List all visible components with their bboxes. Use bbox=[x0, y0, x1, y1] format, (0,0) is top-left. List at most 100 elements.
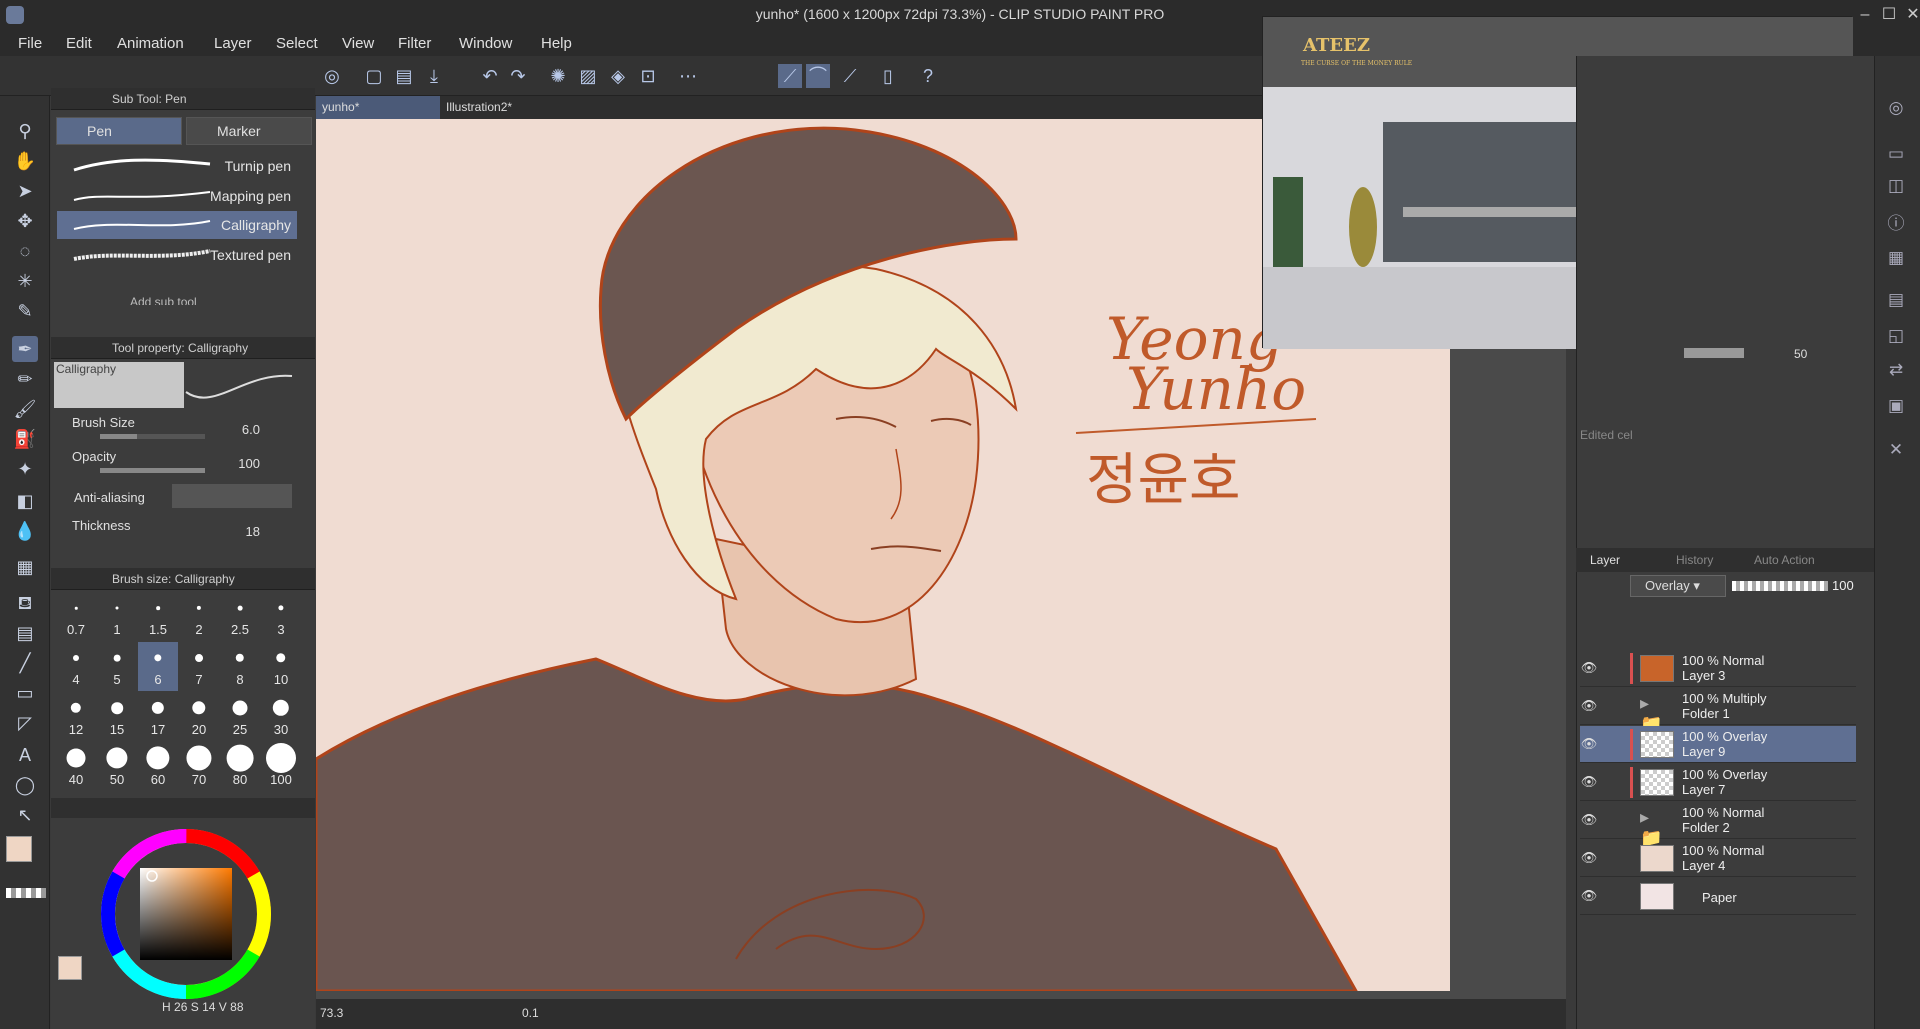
undo-icon[interactable]: ↶ bbox=[478, 64, 502, 88]
bucket-icon[interactable]: ◈ bbox=[606, 64, 630, 88]
add-subtool-label[interactable]: Add sub tool bbox=[130, 295, 197, 305]
brush-size-preset[interactable]: 40 bbox=[56, 742, 96, 791]
brush-size-preset[interactable]: 20 bbox=[179, 692, 219, 741]
layer-row[interactable]: 👁 100 % Normal Layer 4 bbox=[1580, 840, 1856, 877]
menu-edit[interactable]: Edit bbox=[66, 35, 92, 52]
layer-opacity-slider[interactable] bbox=[1732, 581, 1828, 591]
material-icon-2[interactable]: ◫ bbox=[1882, 172, 1910, 200]
pen-tool-icon[interactable]: ✒ bbox=[12, 336, 38, 362]
eraser-tool-icon[interactable]: ◧ bbox=[12, 488, 38, 514]
menu-select[interactable]: Select bbox=[276, 35, 318, 52]
visibility-eye-icon[interactable]: 👁 bbox=[1580, 812, 1598, 828]
menu-animation[interactable]: Animation bbox=[117, 35, 184, 52]
animation-cels-opacity-slider[interactable] bbox=[1684, 348, 1744, 358]
move-tool-icon[interactable]: ✥ bbox=[12, 208, 38, 234]
clip-studio-icon[interactable]: ◎ bbox=[320, 64, 344, 88]
brush-size-preset[interactable]: 2 bbox=[179, 592, 219, 641]
brush-size-preset[interactable]: 17 bbox=[138, 692, 178, 741]
decoration-tool-icon[interactable]: ✦ bbox=[12, 456, 38, 482]
snap-special-ruler-icon[interactable]: ⌒ bbox=[806, 64, 830, 88]
brush-tool-icon[interactable]: 🖌 bbox=[12, 396, 38, 422]
brush-size-preset[interactable]: 2.5 bbox=[220, 592, 260, 641]
rotation-value[interactable]: 0.1 bbox=[522, 1006, 539, 1020]
blend-mode-select[interactable]: Overlay ▾ bbox=[1630, 575, 1726, 597]
brush-size-preset[interactable]: 80 bbox=[220, 742, 260, 791]
brush-size-preset[interactable]: 15 bbox=[97, 692, 137, 741]
blend-tool-icon[interactable]: 💧 bbox=[12, 518, 38, 544]
folder-icon[interactable]: ▸ 📁 bbox=[1640, 693, 1674, 734]
pencil-tool-icon[interactable]: ✏ bbox=[12, 366, 38, 392]
tab-history[interactable]: History bbox=[1676, 553, 1713, 567]
layer-row[interactable]: 👁 Paper bbox=[1580, 878, 1856, 915]
close-button[interactable]: ✕ bbox=[1899, 2, 1920, 28]
layer-row[interactable]: 👁 100 % Normal Layer 3 bbox=[1580, 650, 1856, 687]
eyedropper-icon[interactable]: ✎ bbox=[12, 298, 38, 324]
layer-row[interactable]: 👁 100 % Overlay Layer 9 bbox=[1580, 726, 1856, 763]
brush-size-preset[interactable]: 10 bbox=[261, 642, 301, 691]
visibility-eye-icon[interactable]: 👁 bbox=[1580, 888, 1598, 904]
gradient-tool-icon[interactable]: ▤ bbox=[12, 620, 38, 646]
layer-opacity-value[interactable]: 100 bbox=[1832, 578, 1854, 593]
layer-row[interactable]: 👁 ▸ 📁 100 % Multiply Folder 1 bbox=[1580, 688, 1856, 734]
subtool-mapping-pen[interactable]: Mapping pen bbox=[57, 182, 297, 210]
fill-icon[interactable]: ▨ bbox=[576, 64, 600, 88]
opacity-value[interactable]: 100 bbox=[210, 456, 260, 471]
doc-tab-illustration2[interactable]: Illustration2* bbox=[440, 96, 564, 119]
thickness-value[interactable]: 18 bbox=[210, 524, 260, 539]
layers-icon[interactable]: ◱ bbox=[1882, 322, 1910, 350]
brush-size-preset[interactable]: 3 bbox=[261, 592, 301, 641]
operation-tool-icon[interactable]: ➤ bbox=[12, 178, 38, 204]
new-file-icon[interactable]: ▢ bbox=[362, 64, 386, 88]
hand-tool-icon[interactable]: ✋ bbox=[12, 148, 38, 174]
device-icon[interactable]: ▯ bbox=[876, 64, 900, 88]
menu-filter[interactable]: Filter bbox=[398, 35, 431, 52]
save-icon[interactable]: ⤓ bbox=[422, 64, 446, 88]
frame-tool-icon[interactable]: ▭ bbox=[12, 680, 38, 706]
folder-icon[interactable]: ▸ 📁 bbox=[1640, 807, 1674, 848]
main-color-chip[interactable] bbox=[58, 956, 82, 980]
tab-marker[interactable]: Marker bbox=[186, 117, 312, 145]
transparent-color-swatch[interactable] bbox=[6, 888, 46, 898]
tab-pen[interactable]: Pen bbox=[56, 117, 182, 145]
snap-grid-icon[interactable]: ⟋ bbox=[838, 64, 862, 88]
brush-size-preset[interactable]: 70 bbox=[179, 742, 219, 791]
info-icon[interactable]: ⓘ bbox=[1882, 210, 1910, 238]
brush-size-preset[interactable]: 12 bbox=[56, 692, 96, 741]
menu-view[interactable]: View bbox=[342, 35, 374, 52]
opacity-slider[interactable] bbox=[100, 468, 205, 473]
brush-size-preset[interactable]: 4 bbox=[56, 642, 96, 691]
animation-cels-icon[interactable]: ▣ bbox=[1882, 392, 1910, 420]
navigator-icon[interactable]: ◎ bbox=[1882, 94, 1910, 122]
lasso-tool-icon[interactable]: ◌ bbox=[12, 238, 38, 264]
brush-size-value[interactable]: 6.0 bbox=[210, 422, 260, 437]
transform-icon[interactable]: ⊡ bbox=[636, 64, 660, 88]
clear-icon[interactable]: ✺ bbox=[546, 64, 570, 88]
mesh-tool-icon[interactable]: ▦ bbox=[12, 554, 38, 580]
subtool-turnip-pen[interactable]: Turnip pen bbox=[57, 152, 297, 180]
brush-size-preset[interactable]: 30 bbox=[261, 692, 301, 741]
airbrush-tool-icon[interactable]: ⛽ bbox=[12, 426, 38, 452]
zoom-value[interactable]: 73.3 bbox=[320, 1006, 343, 1020]
brush-size-preset[interactable]: 50 bbox=[97, 742, 137, 791]
subtool-detail-icon[interactable]: ▦ bbox=[1882, 244, 1910, 272]
visibility-eye-icon[interactable]: 👁 bbox=[1580, 850, 1598, 866]
layer-property-icon[interactable]: ▤ bbox=[1882, 286, 1910, 314]
menu-help[interactable]: Help bbox=[541, 35, 572, 52]
menu-layer[interactable]: Layer bbox=[214, 35, 252, 52]
doc-tab-yunho[interactable]: yunho* bbox=[316, 96, 440, 119]
antialias-selector[interactable] bbox=[172, 484, 292, 508]
main-color-swatch[interactable] bbox=[6, 836, 32, 862]
text-tool-icon[interactable]: A bbox=[12, 742, 38, 768]
brush-size-preset[interactable]: 25 bbox=[220, 692, 260, 741]
tab-layer[interactable]: Layer bbox=[1590, 553, 1620, 567]
brush-size-preset[interactable]: 100 bbox=[261, 742, 301, 791]
correct-line-tool-icon[interactable]: ↖ bbox=[12, 802, 38, 828]
menu-window[interactable]: Window bbox=[459, 35, 512, 52]
selection-off-icon[interactable]: ⋯ bbox=[676, 64, 700, 88]
ruler-tool-icon[interactable]: ◸ bbox=[12, 710, 38, 736]
tab-auto-action[interactable]: Auto Action bbox=[1754, 553, 1815, 567]
visibility-eye-icon[interactable]: 👁 bbox=[1580, 774, 1598, 790]
brush-size-preset[interactable]: 8 bbox=[220, 642, 260, 691]
fill-tool-icon[interactable]: ⛾ bbox=[12, 590, 38, 616]
brush-size-preset[interactable]: 60 bbox=[138, 742, 178, 791]
